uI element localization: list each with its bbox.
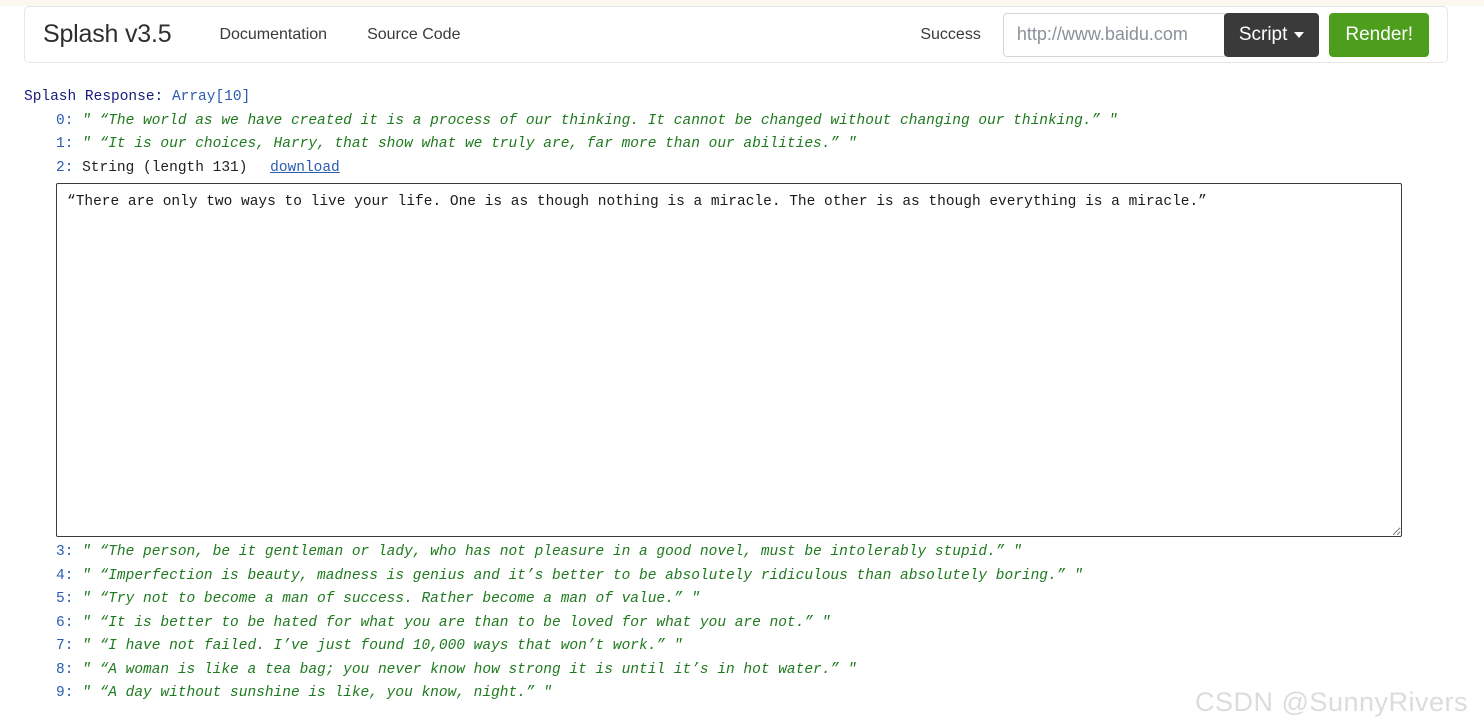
entry-open-quote-mark: ″ — [82, 614, 91, 631]
response-header: Splash Response: Array[10] — [24, 86, 1464, 110]
string-blob-textarea[interactable] — [56, 183, 1402, 537]
entry-open-quote-mark: ″ — [82, 591, 91, 607]
url-input[interactable] — [1002, 12, 1225, 57]
entry-text: “It is better to be hated for what you a… — [99, 614, 814, 631]
entry-index: 9: — [56, 685, 74, 701]
entry-index: 6: — [56, 614, 74, 631]
entry-index: 5: — [56, 591, 74, 607]
entry-index: 4: — [56, 567, 74, 584]
entry-type-label: String (length 131) — [82, 159, 248, 176]
entry-close-quote-mark: ″ — [847, 136, 857, 152]
download-link[interactable]: download — [270, 160, 340, 176]
entry-index: 0: — [56, 112, 74, 129]
splash-response-panel: Splash Response: Array[10] 0: ″ “The wor… — [24, 86, 1464, 706]
entry-index: 7: — [56, 638, 74, 654]
entry-index: 3: — [56, 544, 74, 560]
entry-text: “A day without sunshine is like, you kno… — [99, 685, 535, 701]
list-item: 3: ″ “The person, be it gentleman or lad… — [24, 541, 1464, 565]
nav-link-source-code[interactable]: Source Code — [347, 26, 480, 44]
entry-text: “It is our choices, Harry, that show wha… — [99, 136, 840, 152]
list-item-string-blob: 2: String (length 131) download — [24, 157, 1464, 181]
entry-index: 8: — [56, 661, 74, 678]
list-item: 8: ″ “A woman is like a tea bag; you nev… — [24, 659, 1464, 683]
list-item: 7: ″ “I have not failed. I’ve just found… — [24, 635, 1464, 659]
list-item: 5: ″ “Try not to become a man of success… — [24, 588, 1464, 612]
entry-text: “Imperfection is beauty, madness is geni… — [99, 567, 1066, 584]
entry-index: 2: — [56, 159, 74, 176]
entry-close-quote-mark: ″ — [847, 661, 857, 678]
entry-open-quote-mark: ″ — [82, 136, 91, 152]
response-array-length: [10] — [215, 89, 251, 105]
entry-open-quote-mark: ″ — [82, 638, 91, 654]
nav-link-documentation[interactable]: Documentation — [199, 26, 347, 44]
entry-close-quote-mark: ″ — [1074, 567, 1083, 584]
entry-close-quote-mark: ″ — [691, 591, 700, 607]
entry-open-quote-mark: ″ — [82, 685, 91, 701]
entry-close-quote-mark: ″ — [1013, 544, 1022, 560]
entry-text: “The person, be it gentleman or lady, wh… — [99, 544, 1005, 560]
script-dropdown-button[interactable]: Script — [1223, 12, 1320, 57]
entry-text: “I have not failed. I’ve just found 10,0… — [99, 638, 666, 654]
response-type-name: Array — [171, 89, 216, 105]
render-status-text: Success — [920, 25, 981, 43]
entry-open-quote-mark: ″ — [82, 567, 91, 584]
chevron-down-icon — [1294, 31, 1305, 38]
string-blob-container — [24, 183, 1464, 537]
watermark: CSDN @SunnyRivers — [1195, 687, 1468, 717]
entry-text: “A woman is like a tea bag; you never kn… — [99, 661, 840, 678]
entry-open-quote-mark: ″ — [82, 544, 91, 560]
entry-close-quote-mark: ″ — [673, 638, 683, 654]
entry-open-quote-mark: ″ — [82, 112, 91, 129]
list-item: 0: ″ “The world as we have created it is… — [24, 110, 1464, 134]
list-item: 4: ″ “Imperfection is beauty, madness is… — [24, 565, 1464, 589]
list-item: 1: ″ “It is our choices, Harry, that sho… — [24, 133, 1464, 157]
list-item: 6: ″ “It is better to be hated for what … — [24, 612, 1464, 636]
entry-close-quote-mark: ″ — [1108, 112, 1118, 129]
entry-index: 1: — [56, 136, 74, 152]
app-brand-title: Splash v3.5 — [43, 20, 172, 48]
render-button[interactable]: Render! — [1329, 12, 1429, 57]
navbar: Splash v3.5 Documentation Source Code Su… — [24, 6, 1448, 63]
entry-text: “The world as we have created it is a pr… — [99, 112, 1101, 129]
response-header-label: Splash Response: — [24, 89, 172, 105]
entry-open-quote-mark: ″ — [82, 661, 91, 678]
entry-text: “Try not to become a man of success. Rat… — [99, 591, 683, 607]
entry-close-quote-mark: ″ — [821, 614, 831, 631]
entry-close-quote-mark: ″ — [543, 685, 552, 701]
script-button-label: Script — [1238, 23, 1288, 45]
